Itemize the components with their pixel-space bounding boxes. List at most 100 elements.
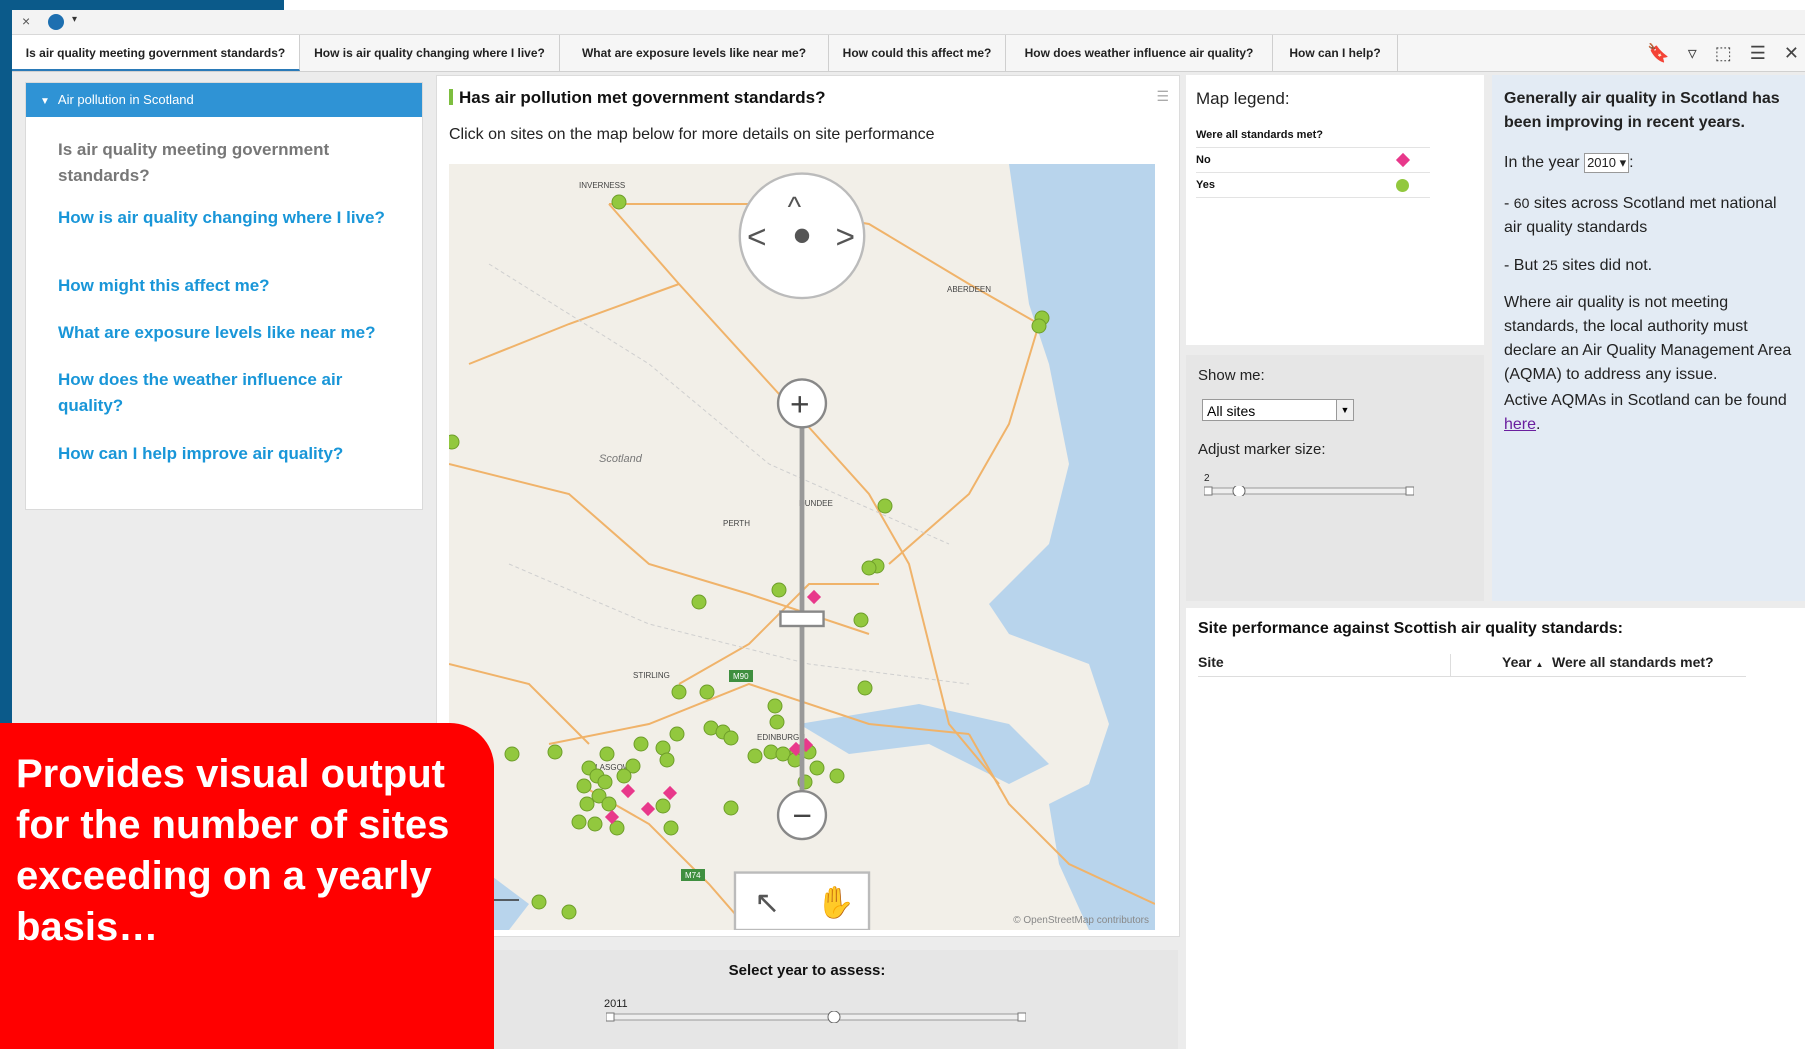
pointer-icon[interactable]: ↖	[754, 885, 780, 920]
chevron-left-icon[interactable]: <	[747, 219, 767, 256]
slider-thumb[interactable]	[1232, 486, 1246, 496]
pan-center-icon[interactable]	[794, 228, 810, 243]
top-strip-white	[284, 0, 1805, 10]
show-me-dropdown[interactable]: All sites ▼	[1202, 399, 1354, 421]
map-title: Has air pollution met government standar…	[449, 88, 826, 108]
tab-bar: Is air quality meeting government standa…	[12, 35, 1805, 72]
legend-label-no: No	[1196, 154, 1211, 166]
aqma-link[interactable]: here	[1504, 416, 1536, 433]
marker-size-value: 2	[1204, 473, 1210, 484]
info-year-line: In the year 2010 ▾:	[1504, 151, 1796, 175]
list-menu-icon[interactable]: ☰	[1156, 88, 1169, 105]
column-header-year[interactable]: Year ▲	[1502, 654, 1543, 670]
legend-title: Map legend:	[1196, 89, 1290, 108]
legend-header: Were all standards met?	[1196, 123, 1430, 148]
map-canvas[interactable]: INVERNESS ABERDEEN DUNDEE PERTH STIRLING…	[449, 164, 1155, 930]
year-slider[interactable]	[606, 1011, 1026, 1023]
marker-size-label: Adjust marker size:	[1198, 441, 1326, 458]
toolbar: × ▾	[12, 10, 1805, 35]
year-value: 2010	[1587, 155, 1616, 170]
not-met-count: 25	[1542, 257, 1558, 273]
title-accent-bar	[449, 89, 453, 105]
site-table-panel: Site performance against Scottish air qu…	[1186, 608, 1805, 1049]
year-slider-track[interactable]	[606, 1013, 1026, 1021]
annotation-callout: Provides visual output for the number of…	[0, 723, 494, 1049]
table-title: Site performance against Scottish air qu…	[1198, 620, 1623, 637]
nav-item-weather-influence[interactable]: How does the weather influence air quali…	[58, 367, 398, 419]
met-count: 60	[1513, 195, 1530, 211]
legend-table: Were all standards met? No Yes	[1196, 123, 1430, 198]
slider-right-arrow[interactable]	[1405, 486, 1414, 496]
column-header-site[interactable]: Site	[1198, 654, 1224, 670]
year-slider-thumb[interactable]	[827, 1011, 841, 1023]
hand-icon[interactable]: ✋	[816, 884, 855, 920]
legend-row-no: No	[1196, 148, 1430, 173]
column-header-year-label: Year	[1502, 654, 1532, 670]
window-top-strip	[0, 0, 1805, 10]
legend-row-yes: Yes	[1196, 173, 1430, 198]
nav-header[interactable]: ▼ Air pollution in Scotland	[26, 83, 422, 117]
triangle-down-icon: ▼	[40, 96, 50, 107]
callout-text: Provides visual output for the number of…	[16, 752, 450, 949]
show-me-value: All sites	[1207, 403, 1256, 419]
info-active: Active AQMAs in Scotland can be found he…	[1504, 389, 1796, 437]
chevron-up-icon[interactable]: ^	[788, 192, 802, 224]
tab-air-quality-changing[interactable]: How is air quality changing where I live…	[300, 35, 560, 71]
show-me-panel: Show me: All sites ▼ Adjust marker size:…	[1186, 355, 1484, 601]
filter-icon[interactable]: ▿	[1688, 43, 1697, 64]
slider-left-arrow[interactable]	[1204, 486, 1213, 496]
zoom-controls: ^ < > + − ↖ ✋	[733, 172, 871, 930]
tab-affect-me[interactable]: How could this affect me?	[829, 35, 1006, 71]
year-suffix: :	[1629, 154, 1634, 171]
collapse-icon[interactable]: ✕	[1784, 43, 1799, 64]
chevron-down-icon[interactable]: ▼	[1336, 400, 1353, 420]
tab-weather-influence[interactable]: How does weather influence air quality?	[1006, 35, 1273, 71]
tab-icons: 🔖 ▿ ⬚ ☰ ✕	[1647, 35, 1805, 71]
nav-item-affect-me[interactable]: How might this affect me?	[58, 273, 398, 299]
not-met-prefix: - But	[1504, 257, 1538, 274]
close-icon[interactable]: ×	[22, 13, 30, 29]
zoom-thumb[interactable]	[779, 610, 825, 628]
marker-size-slider[interactable]	[1204, 486, 1414, 496]
show-me-label: Show me:	[1198, 367, 1265, 384]
legend-label-yes: Yes	[1196, 179, 1215, 191]
year-selector-value: 2011	[604, 998, 628, 1010]
year-selector-panel: Select year to assess: 2011	[436, 950, 1178, 1049]
nav-item-air-quality-changing[interactable]: How is air quality changing where I live…	[58, 205, 398, 231]
nav-item-meeting-standards[interactable]: Is air quality meeting government standa…	[58, 137, 398, 189]
info-not-met: - But 25 sites did not.	[1504, 253, 1796, 278]
tab-exposure-levels[interactable]: What are exposure levels like near me?	[560, 35, 829, 71]
tab-how-can-i-help[interactable]: How can I help?	[1273, 35, 1398, 71]
info-met: - 60 sites across Scotland met national …	[1504, 195, 1777, 236]
info-panel: Generally air quality in Scotland has be…	[1492, 75, 1805, 601]
nav-item-help-improve[interactable]: How can I help improve air quality?	[58, 441, 398, 467]
circle-marker-icon	[1396, 179, 1409, 192]
selection-icon[interactable]: ⬚	[1715, 43, 1732, 64]
year-dropdown[interactable]: 2010 ▾	[1584, 153, 1630, 173]
chevron-right-icon[interactable]: >	[836, 219, 856, 256]
legend-panel: Map legend: Were all standards met? No Y…	[1186, 75, 1484, 345]
year-selector-label: Select year to assess:	[728, 962, 886, 979]
bookmark-icon[interactable]: 🔖	[1647, 43, 1669, 64]
map-attribution: © OpenStreetMap contributors	[1013, 915, 1149, 926]
year-slider-right-arrow[interactable]	[1017, 1012, 1026, 1022]
nav-item-exposure-levels[interactable]: What are exposure levels like near me?	[58, 320, 398, 346]
year-slider-left-arrow[interactable]	[606, 1012, 615, 1022]
chevron-down-icon[interactable]: ▾	[72, 14, 77, 25]
met-text: sites across Scotland met national air q…	[1504, 195, 1777, 236]
plus-icon: +	[790, 386, 810, 423]
minus-icon: −	[792, 798, 812, 835]
info-aqma: Where air quality is not meeting standar…	[1504, 294, 1792, 383]
column-divider	[1450, 654, 1451, 676]
not-met-suffix: sites did not.	[1562, 257, 1653, 274]
nav-header-label: Air pollution in Scotland	[57, 92, 194, 107]
active-text: Active AQMAs in Scotland can be found	[1504, 392, 1787, 409]
map-subtitle: Click on sites on the map below for more…	[449, 126, 935, 143]
menu-icon[interactable]: ☰	[1750, 43, 1766, 64]
tab-meeting-standards[interactable]: Is air quality meeting government standa…	[12, 35, 300, 71]
sort-ascending-icon[interactable]: ▲	[1535, 660, 1543, 669]
navigation-panel: ▼ Air pollution in Scotland Is air qualit…	[25, 82, 423, 510]
year-prefix: In the year	[1504, 154, 1580, 171]
column-header-standards-met[interactable]: Were all standards met?	[1552, 654, 1714, 670]
app-logo-icon[interactable]	[48, 14, 64, 30]
